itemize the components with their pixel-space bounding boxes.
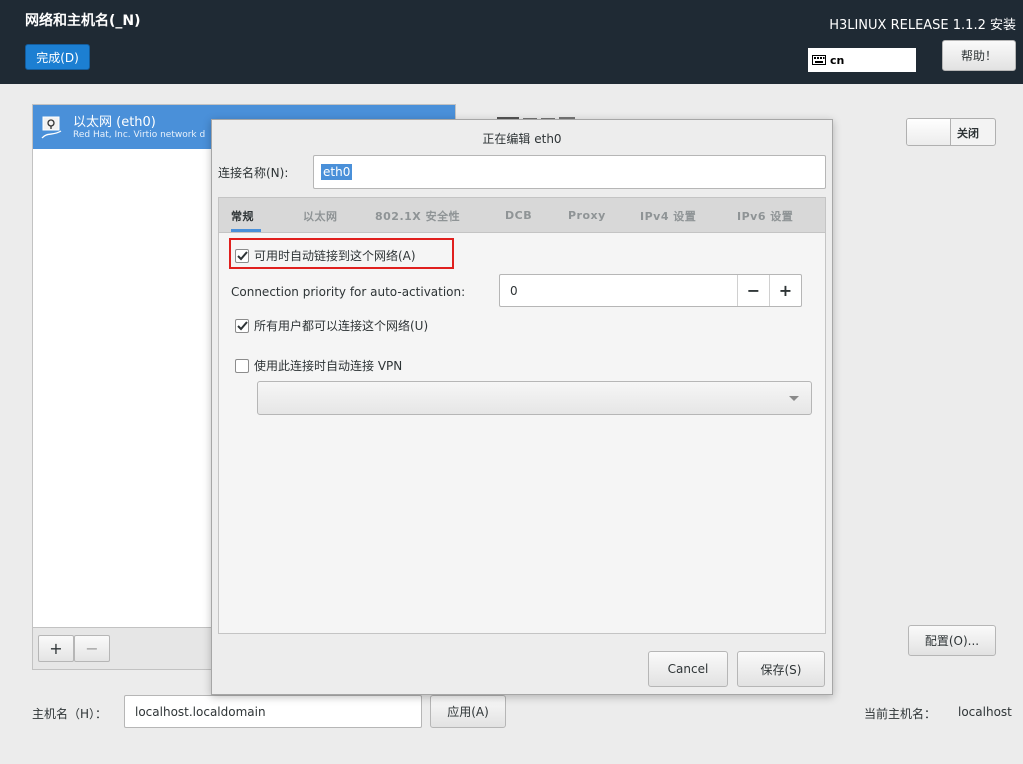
done-button[interactable]: 完成(D) — [25, 44, 90, 70]
checkmark-icon — [236, 250, 248, 260]
toggle-knob[interactable] — [907, 119, 951, 145]
tab-ethernet[interactable]: 以太网 — [303, 198, 338, 233]
tab-8021x-security[interactable]: 802.1X 安全性 — [375, 198, 460, 233]
tab-proxy[interactable]: Proxy — [568, 198, 606, 233]
hostname-label: 主机名（H）： — [32, 707, 108, 721]
dialog-title: 正在编辑 eth0 — [482, 131, 562, 146]
configure-button[interactable]: 配置(O)... — [908, 625, 996, 656]
chevron-down-icon — [789, 396, 799, 401]
device-power-toggle[interactable]: 关闭 — [906, 118, 996, 146]
tab-ipv6-settings[interactable]: IPv6 设置 — [737, 198, 793, 233]
keyboard-layout-indicator[interactable]: cn — [808, 48, 916, 72]
header-bar: 网络和主机名(_N) 完成(D) H3LINUX RELEASE 1.1.2 安… — [0, 0, 1023, 84]
all-users-label: 所有用户都可以连接这个网络(U) — [254, 319, 429, 333]
connection-name-input[interactable]: eth0 — [313, 155, 826, 189]
auto-vpn-checkbox[interactable] — [235, 358, 249, 373]
help-button[interactable]: 帮助！ — [942, 40, 1016, 71]
product-title: H3LINUX RELEASE 1.1.2 安装 — [829, 18, 1016, 33]
apply-hostname-button[interactable]: 应用(A) — [430, 695, 506, 728]
tab-general[interactable]: 常规 — [231, 198, 254, 233]
priority-label: Connection priority for auto-activation: — [231, 285, 466, 299]
auto-connect-option[interactable]: 可用时自动链接到这个网络(A) — [235, 247, 416, 264]
vpn-select[interactable] — [257, 381, 812, 415]
tab-dcb[interactable]: DCB — [505, 198, 532, 233]
remove-device-button[interactable]: − — [74, 635, 110, 662]
save-button[interactable]: 保存(S) — [737, 651, 825, 687]
spoke-title: 网络和主机名(_N) — [25, 13, 141, 29]
settings-tabs: 常规 以太网 802.1X 安全性 DCB Proxy IPv4 设置 IPv6… — [218, 197, 826, 232]
checkmark-icon — [236, 320, 248, 330]
connection-name-value: eth0 — [321, 164, 353, 180]
edit-connection-dialog: 正在编辑 eth0 连接名称(N): eth0 常规 以太网 802.1X 安全… — [211, 119, 833, 695]
device-name: 以太网 (eth0) — [73, 115, 156, 130]
all-users-checkbox[interactable] — [235, 318, 249, 333]
priority-value[interactable]: 0 — [510, 284, 518, 298]
auto-connect-label: 可用时自动链接到这个网络(A) — [254, 249, 416, 263]
priority-increment-button[interactable]: + — [769, 275, 801, 306]
current-hostname-label: 当前主机名： — [864, 707, 937, 721]
general-tab-panel: 可用时自动链接到这个网络(A) Connection priority for … — [218, 232, 826, 634]
auto-connect-checkbox[interactable] — [235, 248, 249, 263]
priority-decrement-button[interactable]: − — [737, 275, 769, 306]
auto-vpn-option[interactable]: 使用此连接时自动连接 VPN — [235, 357, 402, 374]
add-device-button[interactable]: + — [38, 635, 74, 662]
connection-name-label: 连接名称(N): — [218, 166, 289, 180]
toggle-state-label: 关闭 — [957, 127, 979, 140]
keyboard-icon — [812, 55, 826, 65]
cancel-button[interactable]: Cancel — [648, 651, 728, 687]
current-hostname-value: localhost — [958, 705, 1012, 719]
all-users-option[interactable]: 所有用户都可以连接这个网络(U) — [235, 317, 428, 334]
ethernet-icon — [41, 116, 62, 139]
keyboard-layout-label: cn — [830, 53, 845, 67]
hostname-input[interactable] — [124, 695, 422, 728]
tab-ipv4-settings[interactable]: IPv4 设置 — [640, 198, 696, 233]
auto-vpn-label: 使用此连接时自动连接 VPN — [254, 359, 403, 373]
device-description: Red Hat, Inc. Virtio network d — [73, 130, 206, 140]
priority-spinbox[interactable]: 0 − + — [499, 274, 802, 307]
